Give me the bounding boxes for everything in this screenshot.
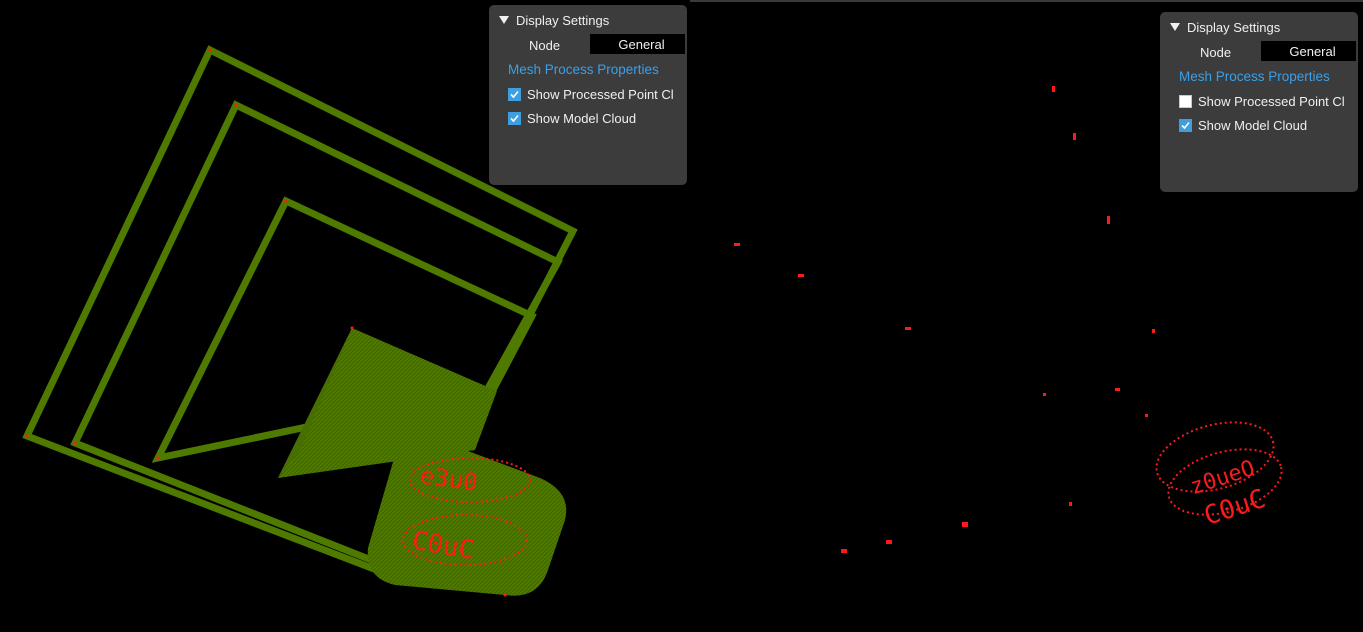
- display-settings-title: Display Settings: [516, 12, 610, 28]
- processed-points-right: [734, 86, 1155, 553]
- display-settings-header[interactable]: Display Settings: [1170, 19, 1280, 35]
- show-model-cloud-label: Show Model Cloud: [1198, 117, 1308, 133]
- show-model-cloud-checkbox[interactable]: [1179, 118, 1192, 132]
- node-label: Node: [1200, 45, 1232, 60]
- show-processed-point-cloud-checkbox[interactable]: [1179, 94, 1192, 108]
- show-model-cloud-option[interactable]: Show Model Cloud: [1179, 117, 1350, 133]
- show-processed-point-cloud-label: Show Processed Point Cl: [527, 86, 674, 102]
- show-model-cloud-checkbox[interactable]: [508, 111, 521, 125]
- right-3d-viewport[interactable]: z0ueO C0uC Display Settings Node General…: [690, 0, 1363, 632]
- checkmark-icon: [510, 114, 519, 122]
- display-settings-panel-right: Display Settings Node General Mesh Proce…: [1160, 12, 1358, 192]
- show-processed-point-cloud-option[interactable]: Show Processed Point Cl: [508, 86, 679, 102]
- show-processed-point-cloud-label: Show Processed Point Cl: [1198, 93, 1345, 109]
- checkmark-icon: [1181, 121, 1190, 129]
- node-select[interactable]: General: [590, 34, 685, 54]
- show-model-cloud-label: Show Model Cloud: [527, 110, 637, 126]
- display-settings-title: Display Settings: [1187, 19, 1281, 35]
- collapse-triangle-icon[interactable]: [1170, 23, 1180, 31]
- mesh-process-properties-link[interactable]: Mesh Process Properties: [508, 62, 659, 77]
- display-settings-header[interactable]: Display Settings: [499, 12, 609, 28]
- left-3d-viewport[interactable]: e3u0 C0uC Display Settings Node General …: [0, 0, 690, 632]
- collapse-triangle-icon[interactable]: [499, 16, 509, 24]
- mesh-process-properties-link[interactable]: Mesh Process Properties: [1179, 69, 1330, 84]
- processed-text-cluster-right: z0ueO C0uC: [1155, 421, 1283, 532]
- node-select[interactable]: General: [1261, 41, 1356, 61]
- show-model-cloud-option[interactable]: Show Model Cloud: [508, 110, 679, 126]
- show-processed-point-cloud-option[interactable]: Show Processed Point Cl: [1179, 93, 1350, 109]
- node-label: Node: [529, 38, 561, 53]
- checkmark-icon: [510, 90, 519, 98]
- display-settings-panel-left: Display Settings Node General Mesh Proce…: [489, 5, 687, 185]
- show-processed-point-cloud-checkbox[interactable]: [508, 87, 521, 101]
